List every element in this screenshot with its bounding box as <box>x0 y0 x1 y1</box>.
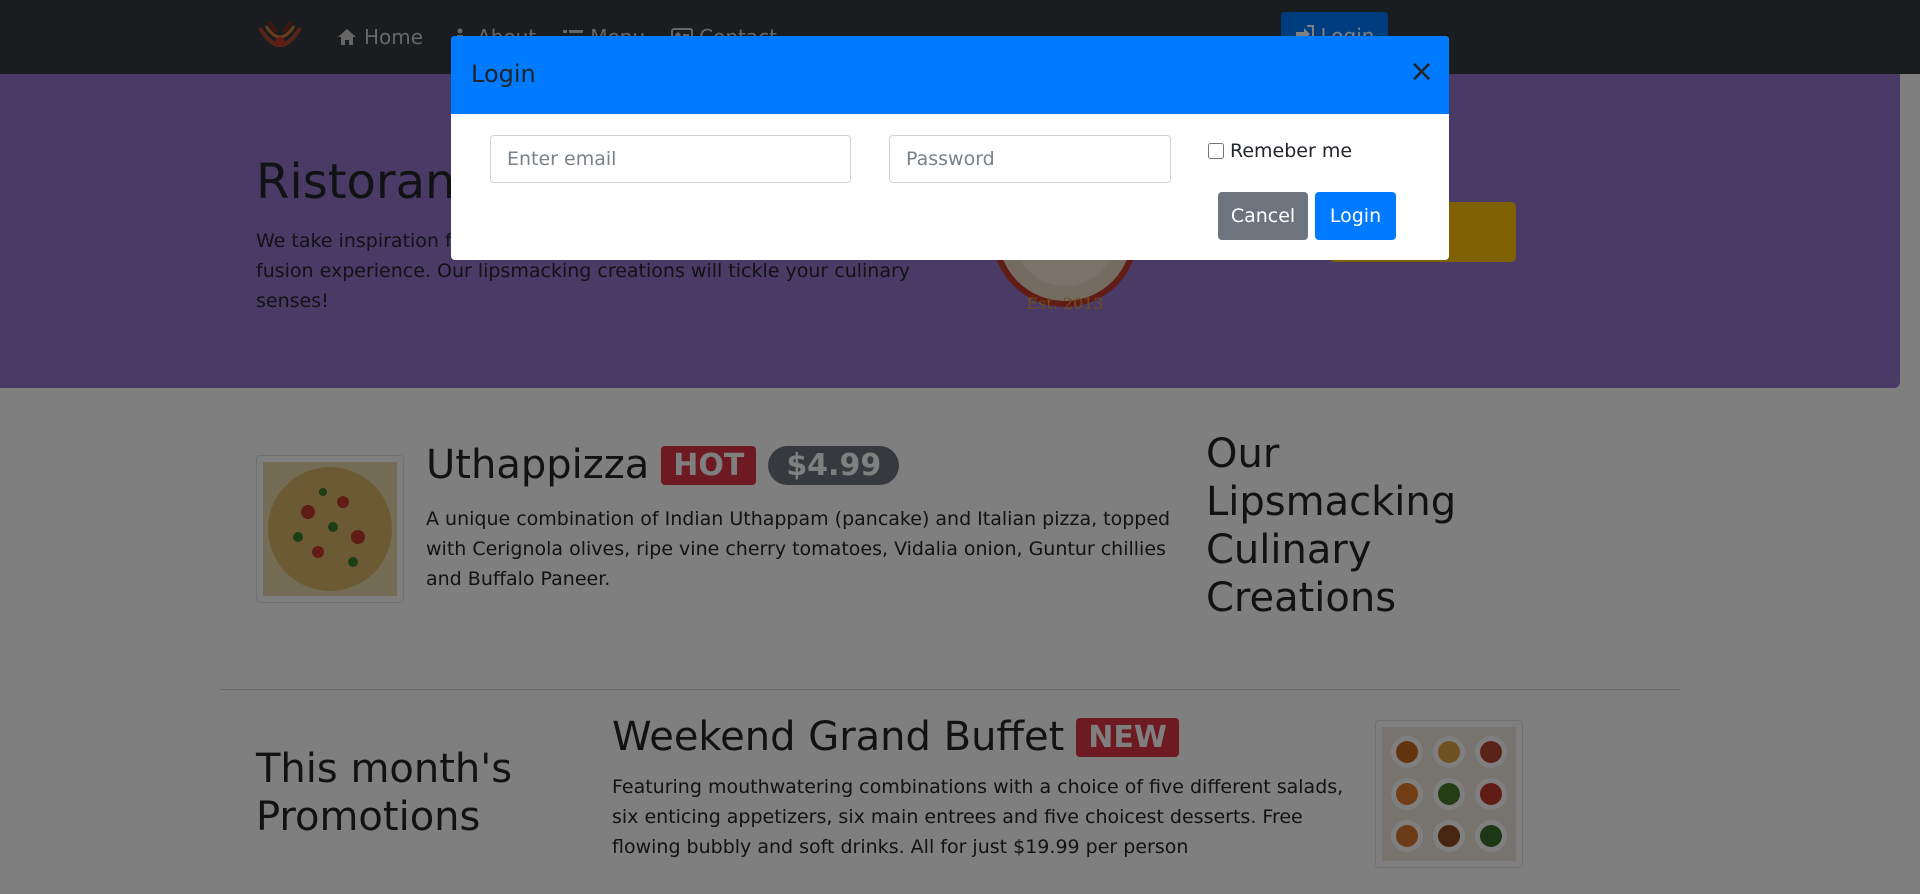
remember-me-label: Remeber me <box>1230 140 1353 162</box>
remember-me[interactable]: Remeber me <box>1208 140 1352 162</box>
password-field[interactable] <box>889 135 1171 183</box>
modal-title: Login <box>471 60 536 88</box>
login-button[interactable]: Login <box>1315 192 1396 240</box>
login-modal: Login × Remeber me Cancel Login <box>451 36 1449 260</box>
close-icon[interactable]: × <box>1409 57 1434 87</box>
remember-me-checkbox[interactable] <box>1208 143 1224 159</box>
modal-header: Login × <box>451 36 1449 114</box>
email-field[interactable] <box>490 135 851 183</box>
cancel-button[interactable]: Cancel <box>1218 192 1308 240</box>
